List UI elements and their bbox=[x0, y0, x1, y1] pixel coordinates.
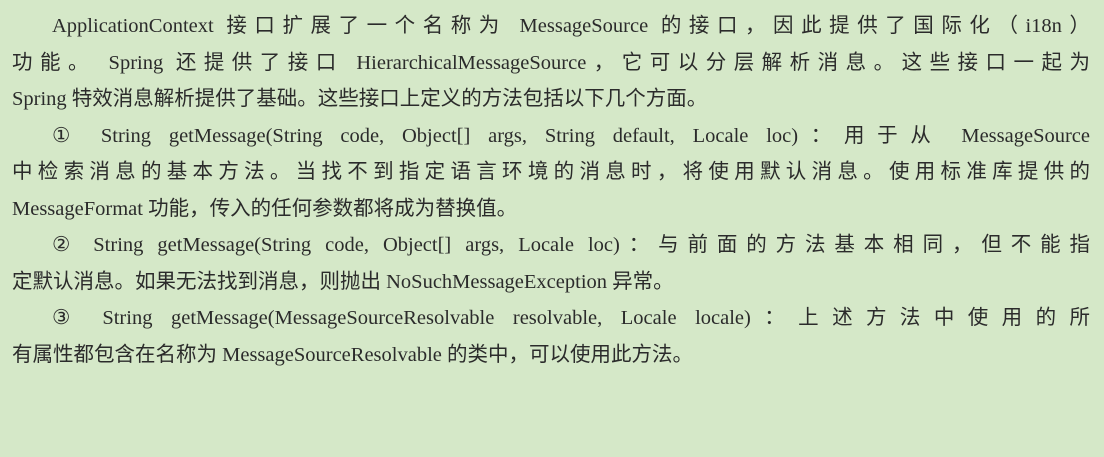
paragraph-line: 功能。 Spring 还提供了接口 HierarchicalMessageSou… bbox=[12, 51, 1090, 74]
paragraph-line: ① String getMessage(String code, Object[… bbox=[52, 124, 1090, 147]
paragraph-method-2: ② String getMessage(String code, Object[… bbox=[12, 227, 1090, 300]
paragraph-line: 有属性都包含在名称为 MessageSourceResolvable 的类中，可… bbox=[12, 343, 693, 366]
paragraph-intro: ApplicationContext 接口扩展了一个名称为 MessageSou… bbox=[12, 8, 1090, 118]
paragraph-line: 中检索消息的基本方法。当找不到指定语言环境的消息时，将使用默认消息。使用标准库提… bbox=[12, 161, 1090, 183]
paragraph-line: ApplicationContext 接口扩展了一个名称为 MessageSou… bbox=[52, 15, 1090, 37]
paragraph-line: MessageFormat 功能，传入的任何参数都将成为替换值。 bbox=[12, 197, 518, 220]
document-page: ApplicationContext 接口扩展了一个名称为 MessageSou… bbox=[0, 0, 1104, 457]
paragraph-line: Spring 特效消息解析提供了基础。这些接口上定义的方法包括以下几个方面。 bbox=[12, 88, 708, 110]
paragraph-line: ② String getMessage(String code, Object[… bbox=[52, 234, 1090, 256]
paragraph-line: ③ String getMessage(MessageSourceResolva… bbox=[52, 307, 1090, 329]
paragraph-method-1: ① String getMessage(String code, Object[… bbox=[12, 118, 1090, 228]
paragraph-line: 定默认消息。如果无法找到消息，则抛出 NoSuchMessageExceptio… bbox=[12, 270, 674, 293]
paragraph-method-3: ③ String getMessage(MessageSourceResolva… bbox=[12, 300, 1090, 373]
